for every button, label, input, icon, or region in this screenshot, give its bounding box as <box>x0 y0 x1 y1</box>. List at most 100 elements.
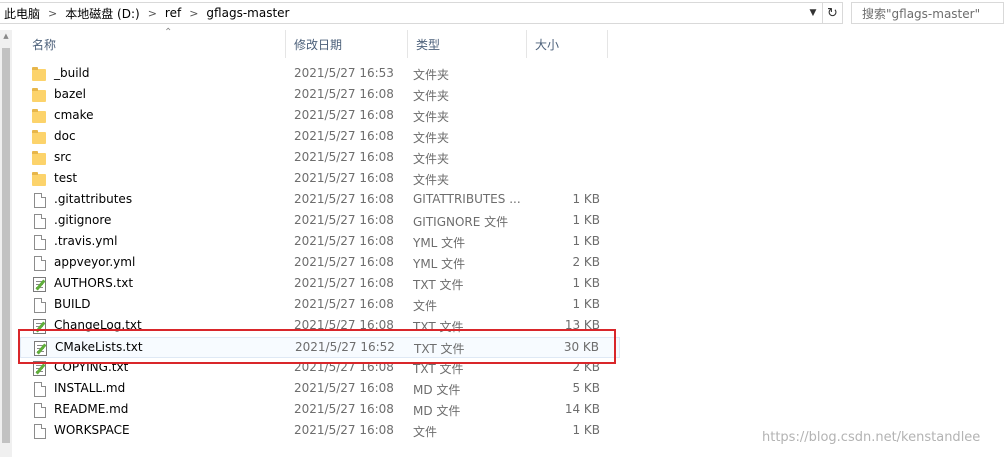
address-bar: 此电脑 > 本地磁盘 (D:) > ref > gflags-master ▼ … <box>0 0 1004 26</box>
file-type: 文件夹 <box>413 173 450 187</box>
file-type: TXT 文件 <box>413 278 464 292</box>
column-type-label: 类型 <box>416 37 441 52</box>
file-icon <box>32 298 48 314</box>
file-name[interactable]: README.md <box>54 402 128 416</box>
file-row[interactable]: AUTHORS.txt 2021/5/27 16:08 TXT 文件 1 KB <box>20 274 620 295</box>
file-size: 5 KB <box>572 381 600 395</box>
crumb-ref[interactable]: ref <box>161 6 185 20</box>
crumb-gflags-master[interactable]: gflags-master <box>202 6 293 20</box>
file-modified-date: 2021/5/27 16:08 <box>294 255 394 269</box>
file-type: GITIGNORE 文件 <box>413 215 509 229</box>
file-name[interactable]: INSTALL.md <box>54 381 125 395</box>
folder-icon <box>32 172 48 188</box>
file-size: 14 KB <box>564 402 600 416</box>
column-name-label: 名称 <box>32 37 57 52</box>
column-headers: 名称 ⌃ 修改日期 类型 大小 <box>12 27 712 58</box>
file-modified-date: 2021/5/27 16:08 <box>294 129 394 143</box>
column-header-modified[interactable]: 修改日期 <box>286 30 408 58</box>
file-row[interactable]: INSTALL.md 2021/5/27 16:08 MD 文件 5 KB <box>20 379 620 400</box>
file-type: 文件夹 <box>413 110 450 124</box>
file-icon <box>32 235 48 251</box>
file-row[interactable]: BUILD 2021/5/27 16:08 文件 1 KB <box>20 295 620 316</box>
file-row[interactable]: doc 2021/5/27 16:08 文件夹 <box>20 127 620 148</box>
file-modified-date: 2021/5/27 16:08 <box>294 381 394 395</box>
file-name[interactable]: .travis.yml <box>54 234 117 248</box>
sort-ascending-icon: ⌃ <box>164 27 173 38</box>
file-size: 1 KB <box>572 213 600 227</box>
file-icon <box>32 424 48 440</box>
file-name[interactable]: BUILD <box>54 297 90 311</box>
column-header-name[interactable]: 名称 ⌃ <box>24 27 286 58</box>
refresh-icon[interactable]: ↻ <box>822 3 842 23</box>
file-modified-date: 2021/5/27 16:08 <box>294 276 394 290</box>
file-modified-date: 2021/5/27 16:08 <box>294 402 394 416</box>
file-modified-date: 2021/5/27 16:08 <box>294 171 394 185</box>
file-size: 1 KB <box>572 234 600 248</box>
file-modified-date: 2021/5/27 16:08 <box>294 150 394 164</box>
file-name[interactable]: .gitattributes <box>54 192 132 206</box>
file-name[interactable]: appveyor.yml <box>54 255 135 269</box>
file-type: YML 文件 <box>413 236 466 250</box>
column-header-size[interactable]: 大小 <box>527 30 608 58</box>
breadcrumb[interactable]: 此电脑 > 本地磁盘 (D:) > ref > gflags-master ▼ … <box>0 2 843 24</box>
file-row[interactable]: appveyor.yml 2021/5/27 16:08 YML 文件 2 KB <box>20 253 620 274</box>
file-name[interactable]: WORKSPACE <box>54 423 130 437</box>
folder-icon <box>32 130 48 146</box>
file-size: 2 KB <box>572 255 600 269</box>
file-type: GITATTRIBUTES ... <box>413 192 521 206</box>
column-modified-label: 修改日期 <box>294 37 343 52</box>
file-modified-date: 2021/5/27 16:08 <box>294 87 394 101</box>
folder-icon <box>32 88 48 104</box>
file-row[interactable]: cmake 2021/5/27 16:08 文件夹 <box>20 106 620 127</box>
text-file-icon <box>32 277 48 293</box>
file-modified-date: 2021/5/27 16:08 <box>294 213 394 227</box>
watermark: https://blog.csdn.net/kenstandlee <box>762 430 981 445</box>
file-name[interactable]: _build <box>54 66 90 80</box>
file-row[interactable]: .gitignore 2021/5/27 16:08 GITIGNORE 文件 1 K… <box>20 211 620 232</box>
file-row[interactable]: README.md 2021/5/27 16:08 MD 文件 14 KB <box>20 400 620 421</box>
file-modified-date: 2021/5/27 16:08 <box>294 234 394 248</box>
file-row[interactable]: test 2021/5/27 16:08 文件夹 <box>20 169 620 190</box>
file-name[interactable]: test <box>54 171 77 185</box>
scroll-up-icon[interactable]: ▲ <box>1 32 11 42</box>
file-name[interactable]: bazel <box>54 87 86 101</box>
folder-icon <box>32 67 48 83</box>
nav-pane-scrollbar[interactable]: ▲ <box>0 30 12 457</box>
file-row[interactable]: src 2021/5/27 16:08 文件夹 <box>20 148 620 169</box>
file-modified-date: 2021/5/27 16:53 <box>294 66 394 80</box>
file-type: 文件夹 <box>413 131 450 145</box>
file-modified-date: 2021/5/27 16:08 <box>294 423 394 437</box>
file-icon <box>32 193 48 209</box>
column-header-type[interactable]: 类型 <box>408 30 527 58</box>
chevron-right-icon[interactable]: > <box>185 7 202 20</box>
crumb-this-pc[interactable]: 此电脑 <box>0 5 44 22</box>
file-name[interactable]: cmake <box>54 108 94 122</box>
file-name[interactable]: .gitignore <box>54 213 111 227</box>
file-name[interactable]: AUTHORS.txt <box>54 276 133 290</box>
chevron-right-icon[interactable]: > <box>144 7 161 20</box>
file-type: 文件夹 <box>413 89 450 103</box>
file-row[interactable]: .gitattributes 2021/5/27 16:08 GITATTRIBUT… <box>20 190 620 211</box>
folder-icon <box>32 109 48 125</box>
file-list: _build 2021/5/27 16:53 文件夹 bazel 2021/5/27 1… <box>20 64 620 442</box>
file-icon <box>32 403 48 419</box>
column-size-label: 大小 <box>535 37 560 52</box>
file-size: 1 KB <box>572 276 600 290</box>
file-type: 文件 <box>413 299 438 313</box>
file-row[interactable]: WORKSPACE 2021/5/27 16:08 文件 1 KB <box>20 421 620 442</box>
file-type: 文件夹 <box>413 152 450 166</box>
folder-icon <box>32 151 48 167</box>
file-type: 文件夹 <box>413 68 450 82</box>
file-row[interactable]: _build 2021/5/27 16:53 文件夹 <box>20 64 620 85</box>
search-input[interactable]: 搜索"gflags-master" <box>851 2 1004 24</box>
file-type: YML 文件 <box>413 257 466 271</box>
file-name[interactable]: src <box>54 150 72 164</box>
chevron-down-icon[interactable]: ▼ <box>804 3 822 23</box>
file-icon <box>32 382 48 398</box>
scrollbar-thumb[interactable] <box>2 48 10 443</box>
crumb-drive[interactable]: 本地磁盘 (D:) <box>61 5 143 22</box>
file-row[interactable]: bazel 2021/5/27 16:08 文件夹 <box>20 85 620 106</box>
chevron-right-icon[interactable]: > <box>44 7 61 20</box>
file-name[interactable]: doc <box>54 129 76 143</box>
file-row[interactable]: .travis.yml 2021/5/27 16:08 YML 文件 1 KB <box>20 232 620 253</box>
